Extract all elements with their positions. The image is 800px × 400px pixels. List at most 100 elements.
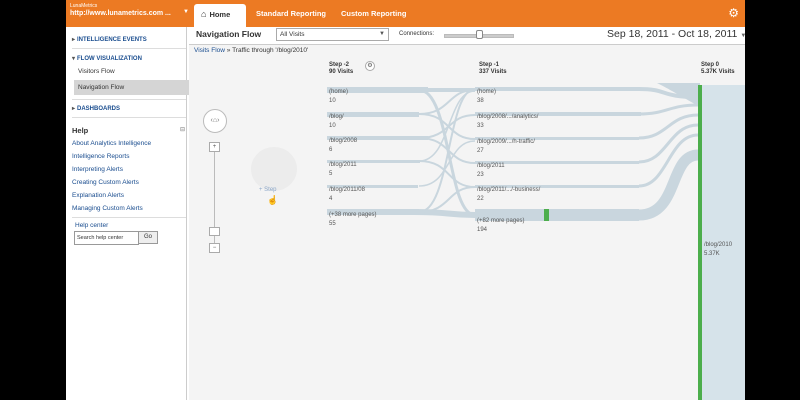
- sidebar-flow-visualization-label: FLOW VISUALIZATION: [77, 56, 142, 62]
- node-label: /blog/2008: [329, 138, 358, 144]
- tab-home[interactable]: ⌂ Home: [194, 4, 246, 27]
- account-dropdown-icon: ▼: [183, 9, 189, 15]
- step-visits: 90 Visits: [329, 69, 354, 75]
- date-range-label: Sep 18, 2011 - Oct 18, 2011: [607, 28, 738, 40]
- node-label: (+38 more pages): [329, 212, 377, 218]
- main-panel: Navigation Flow All Visits ▼ Connections:…: [189, 27, 745, 400]
- step-node[interactable]: /blog/2011 23: [475, 162, 505, 180]
- node-label: (+82 more pages): [477, 218, 525, 224]
- step-node[interactable]: /blog/10: [327, 113, 344, 131]
- help-link-reports[interactable]: Intelligence Reports: [72, 153, 129, 160]
- settings-gear-icon[interactable]: ⚙: [728, 6, 739, 20]
- tab-home-label: Home: [209, 10, 231, 19]
- add-step-ghost-node: [251, 147, 297, 191]
- report-header: Navigation Flow All Visits ▼ Connections:…: [189, 27, 745, 45]
- step-visits: 337 Visits: [479, 69, 507, 75]
- zoom-slider-track[interactable]: [214, 145, 215, 253]
- help-search-input[interactable]: [74, 231, 139, 245]
- collapse-arrow-icon: ▾: [72, 56, 76, 62]
- node-label: /blog/2011: [477, 163, 505, 169]
- sidebar: ▸ INTELLIGENCE EVENTS ▾ FLOW VISUALIZATION…: [66, 27, 189, 400]
- node-value: 23: [477, 172, 484, 178]
- node-marker: [544, 209, 549, 221]
- help-link-explanation[interactable]: Explanation Alerts: [72, 192, 124, 199]
- help-search-go-button[interactable]: Go: [138, 231, 158, 244]
- flow-link: [638, 103, 699, 116]
- zoom-slider-handle[interactable]: [209, 227, 220, 236]
- step-node[interactable]: (+82 more pages) 194: [475, 217, 525, 235]
- node-value: 22: [477, 196, 484, 202]
- hand-cursor-icon: ☝: [267, 195, 279, 205]
- step-node[interactable]: /blog/2011/08 4: [327, 186, 365, 204]
- top-bar: LunaMetrics http://www.lunametrics.com .…: [66, 0, 745, 27]
- add-step-link[interactable]: + Step: [259, 187, 277, 193]
- node-value: 10: [329, 98, 336, 104]
- zoom-out-button[interactable]: −: [209, 243, 220, 253]
- sidebar-flow-visualization[interactable]: ▾ FLOW VISUALIZATION: [72, 55, 142, 62]
- segment-select[interactable]: All Visits ▼: [276, 28, 389, 41]
- divider: [72, 117, 186, 118]
- page-title: Navigation Flow: [196, 29, 262, 39]
- pan-control[interactable]: ‹⌂›: [203, 109, 227, 133]
- breadcrumb-visits-flow-link[interactable]: Visits Flow: [194, 47, 225, 54]
- breadcrumb: Visits Flow » Traffic through '/blog/201…: [194, 47, 308, 54]
- step-node[interactable]: /blog/2011 5: [327, 161, 357, 179]
- flow-connections: [327, 83, 745, 400]
- node-label: /blog/2011/.../-business/: [477, 187, 541, 193]
- node-label: /blog/: [329, 114, 344, 120]
- sidebar-item-visitors-flow[interactable]: Visitors Flow: [78, 68, 115, 75]
- tab-custom-reporting[interactable]: Custom Reporting: [341, 0, 406, 27]
- help-link-managing[interactable]: Managing Custom Alerts: [72, 205, 143, 212]
- sidebar-dashboards-label: DASHBOARDS: [77, 106, 121, 112]
- flow-canvas[interactable]: ‹⌂› + − + Step ☝ Step -2 90 Visits ⚙ (ho…: [189, 55, 745, 400]
- help-link-about[interactable]: About Analytics Intelligence: [72, 140, 151, 147]
- node-value: 38: [477, 98, 484, 104]
- account-selector[interactable]: LunaMetrics http://www.lunametrics.com .…: [70, 3, 189, 19]
- node-label: /blog/2011: [329, 162, 357, 168]
- tab-standard-reporting[interactable]: Standard Reporting: [256, 0, 326, 27]
- zoom-in-button[interactable]: +: [209, 142, 220, 152]
- node-label: /blog/2011/08: [329, 187, 365, 193]
- node-value: 10: [329, 123, 336, 129]
- help-link-creating[interactable]: Creating Custom Alerts: [72, 179, 139, 186]
- step-node[interactable]: /blog/2008/.../analytics/33: [475, 113, 538, 131]
- breadcrumb-rest: » Traffic through '/blog/2010': [226, 47, 309, 54]
- help-heading: Help: [72, 126, 89, 135]
- node-value: 5.37K: [704, 251, 720, 257]
- step-node[interactable]: /blog/2008 6: [327, 137, 357, 155]
- step-visits: 5.37K Visits: [701, 69, 735, 75]
- node-value: 33: [477, 123, 484, 129]
- step-node[interactable]: (+38 more pages) 55: [327, 211, 377, 229]
- node-label: (home): [477, 89, 497, 95]
- node-value: 5: [329, 171, 333, 177]
- sidebar-intelligence-events[interactable]: ▸ INTELLIGENCE EVENTS: [72, 36, 147, 43]
- divider: [72, 99, 186, 100]
- node-value: 27: [477, 148, 484, 154]
- arrow-right-icon: ›: [217, 117, 220, 124]
- date-range-picker[interactable]: Sep 18, 2011 - Oct 18, 2011 ▼: [607, 28, 745, 40]
- step-node[interactable]: (home) 38: [475, 88, 496, 106]
- node-value: 6: [329, 147, 333, 153]
- sidebar-intelligence-events-label: INTELLIGENCE EVENTS: [77, 37, 147, 43]
- step-node[interactable]: /blog/2011/.../-business/22: [475, 186, 540, 204]
- sidebar-dashboards[interactable]: ▸ DASHBOARDS: [72, 105, 120, 112]
- step-title: Step -2: [329, 62, 350, 68]
- step-options-icon[interactable]: ⚙: [365, 61, 375, 71]
- flow-link: [418, 88, 476, 217]
- sidebar-item-navigation-flow[interactable]: Navigation Flow: [74, 80, 189, 95]
- segment-select-value: All Visits: [280, 31, 305, 38]
- collapse-icon[interactable]: ⊟: [180, 126, 185, 133]
- connections-slider-handle[interactable]: [476, 30, 483, 39]
- node-label: /blog/2008/.../analytics/: [477, 114, 539, 120]
- chevron-down-icon: ▼: [379, 31, 385, 37]
- expand-arrow-icon: ▸: [72, 106, 76, 112]
- node-bar: [475, 87, 639, 91]
- step-header: Step -1 337 Visits: [479, 62, 507, 76]
- step-node[interactable]: /blog/2009/.../h-traffic/27: [475, 138, 535, 156]
- node-label: (home): [329, 89, 349, 95]
- step-node[interactable]: /blog/2010 5.37K: [702, 241, 732, 259]
- account-url: http://www.lunametrics.com ...: [70, 10, 171, 17]
- step-node[interactable]: (home) 10: [327, 88, 348, 106]
- help-link-interpreting[interactable]: Interpreting Alerts: [72, 166, 123, 173]
- step-header: Step -2 90 Visits: [329, 62, 353, 76]
